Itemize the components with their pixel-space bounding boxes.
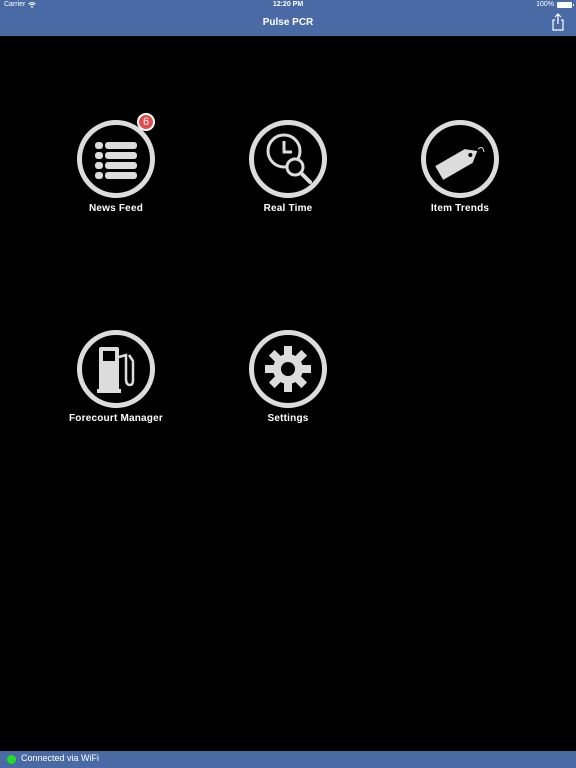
tile-label-real-time: Real Time xyxy=(263,203,313,214)
forecourt-ring xyxy=(77,330,155,408)
connection-status-text: Connected via WiFi xyxy=(21,753,100,763)
list-icon xyxy=(95,142,137,179)
fuel-pump-icon xyxy=(97,347,135,393)
tile-settings[interactable]: Settings xyxy=(208,330,368,440)
app-screen: Carrier 12:20 PM 100% Pulse PCR 6 News F… xyxy=(0,0,576,768)
tile-news-feed[interactable]: 6 News Feed xyxy=(36,113,196,230)
tag-icon xyxy=(435,147,485,180)
tile-label-news-feed: News Feed xyxy=(88,203,144,214)
status-battery: 100% xyxy=(536,1,574,8)
battery-icon xyxy=(557,1,574,8)
tile-real-time[interactable]: Real Time xyxy=(208,120,368,230)
settings-ring xyxy=(249,330,327,408)
item-trends-ring xyxy=(421,120,499,198)
tile-forecourt-manager[interactable]: Forecourt Manager xyxy=(36,330,196,440)
battery-percent: 100% xyxy=(536,1,554,8)
connection-status-dot xyxy=(7,755,16,764)
gear-icon xyxy=(265,346,311,392)
tile-label-settings: Settings xyxy=(267,413,309,424)
clock-search-icon xyxy=(266,133,312,184)
tile-label-forecourt-manager: Forecourt Manager xyxy=(69,413,163,424)
status-time: 12:20 PM xyxy=(272,1,304,8)
real-time-ring xyxy=(249,120,327,198)
notification-badge: 6 xyxy=(137,113,155,131)
tile-item-trends[interactable]: Item Trends xyxy=(380,120,540,230)
nav-title: Pulse PCR xyxy=(262,17,314,28)
share-icon xyxy=(552,13,564,31)
tile-label-item-trends: Item Trends xyxy=(430,203,490,214)
connection-bar: Connected via WiFi xyxy=(0,751,576,768)
top-bar: Carrier 12:20 PM 100% Pulse PCR xyxy=(0,0,576,36)
news-feed-ring xyxy=(77,120,155,198)
share-button[interactable] xyxy=(550,13,566,31)
